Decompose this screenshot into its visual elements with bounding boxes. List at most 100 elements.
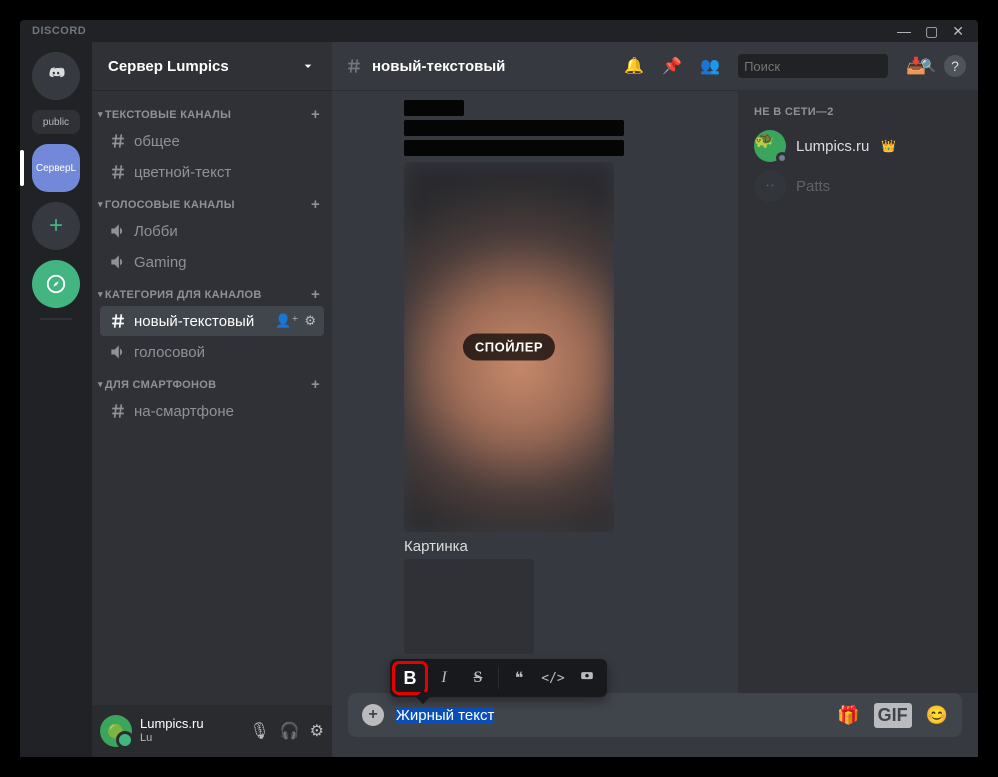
- speaker-icon: [108, 252, 128, 272]
- format-toolbar: B I S ❝ </>: [390, 659, 607, 697]
- text-channel[interactable]: цветной-текст: [100, 157, 324, 187]
- server-name: Сервер Lumpics: [108, 58, 229, 75]
- redacted-text: [404, 100, 464, 116]
- emoji-button[interactable]: 😊: [926, 705, 948, 726]
- mute-mic-button[interactable]: 🎙: [249, 721, 269, 741]
- category-name: КАТЕГОРИЯ ДЛЯ КАНАЛОВ: [105, 289, 262, 301]
- hash-icon: [108, 162, 128, 182]
- attach-button[interactable]: +: [362, 704, 384, 726]
- channel-category[interactable]: ▾ ГОЛОСОВЫЕ КАНАЛЫ +: [92, 188, 332, 215]
- spoiler-badge: СПОЙЛЕР: [463, 334, 555, 361]
- window-close-button[interactable]: ✕: [952, 23, 964, 40]
- channel-name: на-смартфоне: [134, 403, 234, 420]
- search-box[interactable]: 🔍: [738, 54, 888, 78]
- add-channel-button[interactable]: +: [311, 286, 320, 303]
- code-button[interactable]: </>: [537, 663, 569, 693]
- speaker-icon: [108, 342, 128, 362]
- quote-button[interactable]: ❝: [503, 663, 535, 693]
- add-channel-button[interactable]: +: [311, 196, 320, 213]
- member-avatar: 🐢: [754, 130, 786, 162]
- text-channel[interactable]: на-смартфоне: [100, 396, 324, 426]
- server-folder[interactable]: public: [32, 110, 80, 134]
- member-item[interactable]: 🐢 Lumpics.ru 👑: [746, 126, 970, 166]
- window-minimize-button[interactable]: —: [897, 23, 911, 40]
- voice-channel[interactable]: Gaming: [100, 247, 324, 277]
- channel-name: новый-текстовый: [134, 313, 254, 330]
- invite-button[interactable]: 👤⁺: [275, 313, 298, 329]
- italic-button[interactable]: I: [428, 663, 460, 693]
- strikethrough-button[interactable]: S: [462, 663, 494, 693]
- members-group-heading: НЕ В СЕТИ—2: [746, 106, 970, 126]
- bold-button[interactable]: B: [394, 663, 426, 693]
- discord-icon: [760, 176, 780, 196]
- help-button[interactable]: ?: [944, 55, 966, 77]
- deafen-button[interactable]: 🎧: [280, 721, 300, 741]
- hash-icon: [108, 131, 128, 151]
- spoiler-attachment[interactable]: СПОЙЛЕР: [404, 162, 614, 532]
- redacted-text: [404, 140, 624, 156]
- server-rail: public СерверL +: [20, 42, 92, 757]
- voice-channel[interactable]: Лобби: [100, 216, 324, 246]
- channel-list: ▾ ТЕКСТОВЫЕ КАНАЛЫ+ общее цветной-текст ▾ Г…: [92, 90, 332, 705]
- category-name: ГОЛОСОВЫЕ КАНАЛЫ: [105, 199, 235, 211]
- channel-category[interactable]: ▾ ДЛЯ СМАРТФОНОВ+: [92, 368, 332, 395]
- server-header[interactable]: Сервер Lumpics: [92, 42, 332, 90]
- voice-channel[interactable]: голосовой: [100, 337, 324, 367]
- gift-button[interactable]: 🎁: [837, 705, 859, 726]
- rail-separator: [40, 318, 72, 320]
- chevron-down-icon: ▾: [98, 199, 103, 210]
- add-channel-button[interactable]: +: [311, 376, 320, 393]
- home-button[interactable]: [32, 52, 80, 100]
- explore-servers-button[interactable]: [32, 260, 80, 308]
- message-composer: + Жирный текст 🎁 GIF 😊: [348, 693, 962, 737]
- channel-sidebar: Сервер Lumpics ▾ ТЕКСТОВЫЕ КАНАЛЫ+ общее ц…: [92, 42, 332, 757]
- hash-icon: [108, 401, 128, 421]
- add-server-button[interactable]: +: [32, 202, 80, 250]
- window-maximize-button[interactable]: ▢: [925, 23, 938, 40]
- speaker-icon: [108, 221, 128, 241]
- notifications-button[interactable]: 🔔: [624, 56, 644, 76]
- pinned-messages-button[interactable]: 📌: [662, 56, 682, 76]
- channel-name: общее: [134, 133, 180, 150]
- chevron-down-icon: ▾: [98, 109, 103, 120]
- user-panel: 🟢 Lumpics.ru Lu 🎙 🎧 ⚙: [92, 705, 332, 757]
- channel-name: цветной-текст: [134, 164, 231, 181]
- message-input[interactable]: Жирный текст: [396, 707, 825, 724]
- discord-icon: [43, 63, 69, 89]
- spoiler-button[interactable]: [571, 663, 603, 693]
- channel-category[interactable]: ▾ ТЕКСТОВЫЕ КАНАЛЫ+: [92, 98, 332, 125]
- member-item[interactable]: Patts: [746, 166, 970, 206]
- titlebar: DISCORD — ▢ ✕: [20, 20, 978, 42]
- user-avatar[interactable]: 🟢: [100, 715, 132, 747]
- eye-icon: [577, 671, 597, 685]
- chat-header: новый-текстовый 🔔 📌 👥 🔍 📥 ?: [332, 42, 978, 90]
- compass-icon: [45, 273, 67, 295]
- user-settings-button[interactable]: ⚙: [310, 721, 324, 741]
- user-name: Lumpics.ru: [140, 717, 249, 731]
- hash-icon: [108, 311, 128, 331]
- image-attachment[interactable]: [404, 559, 534, 654]
- channel-name: голосовой: [134, 344, 205, 361]
- channel-title: новый-текстовый: [372, 58, 505, 75]
- channel-name: Лобби: [134, 223, 178, 240]
- owner-crown-icon: 👑: [881, 139, 896, 153]
- text-channel[interactable]: новый-текстовый 👤⁺ ⚙: [100, 306, 324, 336]
- channel-settings-button[interactable]: ⚙: [304, 313, 316, 329]
- member-avatar: [754, 170, 786, 202]
- add-channel-button[interactable]: +: [311, 106, 320, 123]
- search-input[interactable]: [744, 59, 920, 74]
- user-tag: Lu: [140, 731, 249, 745]
- chevron-down-icon: [300, 58, 316, 74]
- member-name: Lumpics.ru: [796, 138, 869, 155]
- text-channel[interactable]: общее: [100, 126, 324, 156]
- chat-area: новый-текстовый 🔔 📌 👥 🔍 📥 ?: [332, 42, 978, 757]
- members-toggle-button[interactable]: 👥: [700, 56, 720, 76]
- channel-category[interactable]: ▾ КАТЕГОРИЯ ДЛЯ КАНАЛОВ+: [92, 278, 332, 305]
- message-list: СПОЙЛЕР Картинка: [332, 90, 738, 693]
- gif-button[interactable]: GIF: [874, 703, 912, 728]
- hash-icon: [344, 56, 364, 76]
- inbox-button[interactable]: 📥: [906, 56, 926, 76]
- redacted-text: [404, 120, 624, 136]
- server-selected[interactable]: СерверL: [32, 144, 80, 192]
- category-name: ДЛЯ СМАРТФОНОВ: [105, 379, 217, 391]
